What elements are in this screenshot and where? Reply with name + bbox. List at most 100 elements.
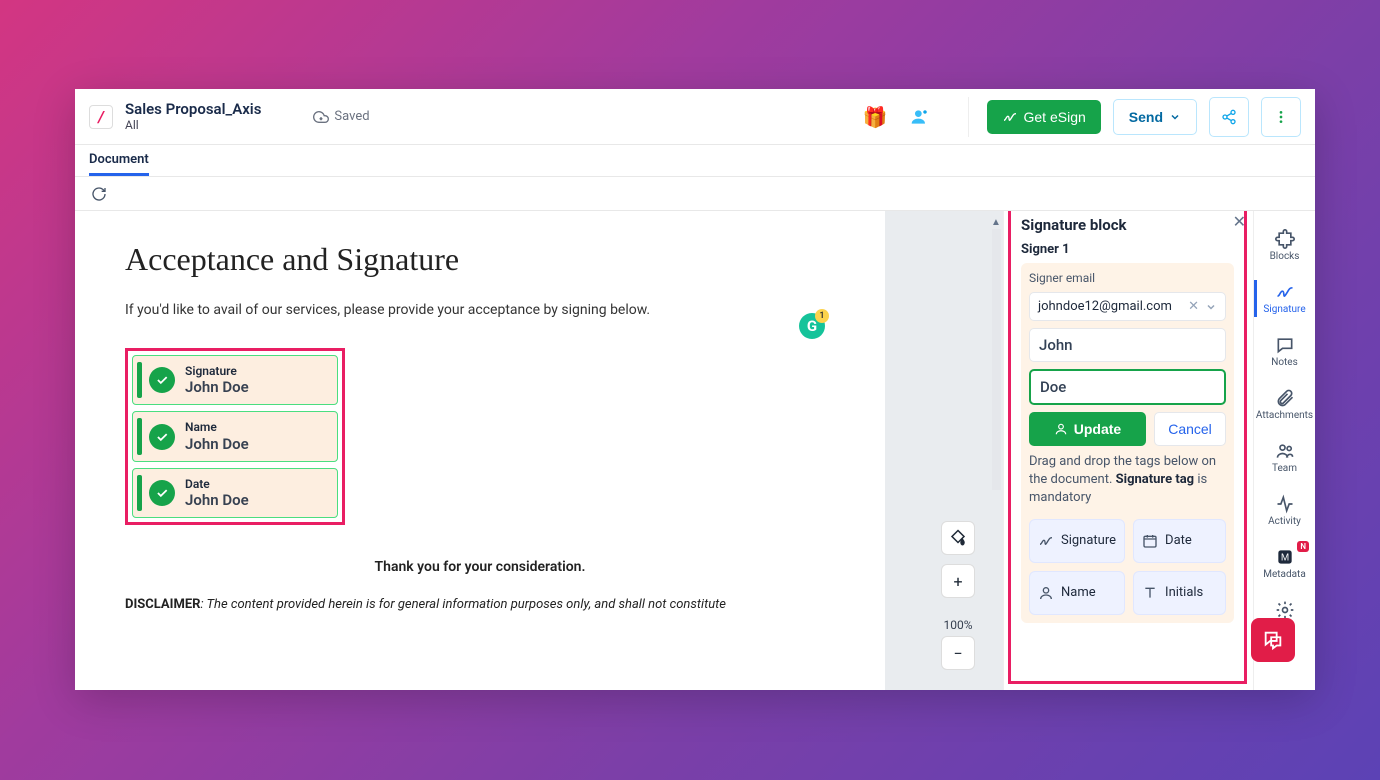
page-heading: Acceptance and Signature — [125, 241, 835, 278]
header-bar: / Sales Proposal_Axis All Saved 🎁 Get eS… — [75, 89, 1315, 145]
scrollbar-track[interactable] — [992, 229, 1001, 490]
name-field-card[interactable]: Name John Doe — [132, 411, 338, 461]
disclaimer-prefix: DISCLAIMER — [125, 597, 200, 612]
zoom-in-button[interactable]: + — [941, 564, 975, 598]
text-icon — [1142, 585, 1158, 601]
card-name: John Doe — [185, 435, 249, 453]
rail-blocks[interactable]: Blocks — [1254, 221, 1315, 270]
tag-date[interactable]: Date — [1133, 519, 1226, 563]
tag-signature[interactable]: Signature — [1029, 519, 1125, 563]
share-icon — [1221, 109, 1237, 125]
send-label: Send — [1129, 109, 1163, 125]
document-canvas[interactable]: ▲ Acceptance and Signature If you'd like… — [75, 211, 1003, 690]
add-user-icon[interactable] — [910, 107, 930, 127]
rail-notes[interactable]: Notes — [1254, 327, 1315, 376]
card-label: Date — [185, 477, 249, 491]
signature-icon — [1002, 109, 1018, 125]
activity-icon — [1275, 494, 1295, 514]
drag-help-text: Drag and drop the tags below on the docu… — [1029, 453, 1226, 508]
signer-form: Signer email johndoe12@gmail.com ✕ John … — [1021, 263, 1234, 623]
new-badge: N — [1297, 541, 1309, 552]
tab-document[interactable]: Document — [89, 146, 149, 176]
disclaimer-body: : The content provided herein is for gen… — [200, 597, 725, 612]
update-label: Update — [1074, 421, 1121, 437]
kebab-icon — [1273, 109, 1289, 125]
toolbar — [75, 177, 1315, 211]
disclaimer-text: DISCLAIMER: The content provided herein … — [125, 597, 835, 612]
send-button[interactable]: Send — [1113, 99, 1197, 135]
signer-email-select[interactable]: johndoe12@gmail.com ✕ — [1029, 292, 1226, 321]
date-field-card[interactable]: Date John Doe — [132, 468, 338, 518]
team-icon — [1275, 441, 1295, 461]
tag-name[interactable]: Name — [1029, 571, 1125, 615]
metadata-icon: M — [1275, 547, 1295, 567]
signature-block-panel: ✕ Signature block Signer 1 Signer email … — [1008, 211, 1247, 684]
rail-activity[interactable]: Activity — [1254, 486, 1315, 535]
signer-email-value: johndoe12@gmail.com — [1038, 299, 1172, 314]
document-page: Acceptance and Signature If you'd like t… — [75, 211, 885, 690]
doc-icon: / — [89, 105, 113, 129]
signature-icon — [1275, 282, 1295, 302]
puzzle-icon — [1275, 229, 1295, 249]
chat-bubble-icon — [1262, 629, 1284, 651]
signature-field-card[interactable]: Signature John Doe — [132, 355, 338, 405]
paint-bucket-icon — [949, 529, 967, 547]
chevron-down-icon — [1205, 301, 1217, 313]
get-esign-label: Get eSign — [1024, 109, 1086, 125]
scroll-up-arrow[interactable]: ▲ — [989, 217, 1003, 228]
signature-icon — [1038, 533, 1054, 549]
rail-attachments[interactable]: Attachments — [1254, 380, 1315, 429]
tabs-bar: Document — [75, 145, 1315, 177]
check-icon — [149, 367, 175, 393]
get-esign-button[interactable]: Get eSign — [987, 100, 1101, 134]
signer-email-label: Signer email — [1029, 271, 1226, 285]
share-button[interactable] — [1209, 97, 1249, 137]
gift-icon[interactable]: 🎁 — [863, 105, 888, 129]
card-name: John Doe — [185, 378, 249, 396]
calendar-icon — [1142, 533, 1158, 549]
doc-title: Sales Proposal_Axis — [125, 100, 261, 118]
chat-icon — [1275, 335, 1295, 355]
grammarly-badge[interactable]: G — [799, 313, 825, 339]
doc-title-block: Sales Proposal_Axis All — [125, 100, 261, 132]
chevron-down-icon — [1169, 111, 1181, 123]
side-panel: ✕ Signature block Signer 1 Signer email … — [1003, 211, 1253, 690]
tag-grid: Signature Date Name Initials — [1029, 519, 1226, 615]
rail-team[interactable]: Team — [1254, 433, 1315, 482]
page-intro: If you'd like to avail of our services, … — [125, 302, 835, 318]
more-button[interactable] — [1261, 97, 1301, 137]
app-window: / Sales Proposal_Axis All Saved 🎁 Get eS… — [75, 89, 1315, 690]
user-icon — [1054, 422, 1068, 436]
signer-heading: Signer 1 — [1021, 242, 1234, 257]
refresh-icon[interactable] — [91, 186, 107, 202]
thanks-text: Thank you for your consideration. — [125, 559, 835, 575]
zoom-out-button[interactable]: − — [941, 636, 975, 670]
cancel-button[interactable]: Cancel — [1154, 412, 1226, 446]
saved-status: Saved — [313, 109, 369, 125]
user-icon — [1038, 585, 1054, 601]
card-label: Signature — [185, 364, 249, 378]
saved-label: Saved — [334, 109, 369, 124]
close-icon[interactable]: ✕ — [1233, 212, 1246, 231]
check-icon — [149, 480, 175, 506]
last-name-input[interactable]: Doe — [1029, 369, 1226, 405]
main-area: ▲ Acceptance and Signature If you'd like… — [75, 211, 1315, 690]
rail-signature[interactable]: Signature — [1254, 274, 1315, 323]
check-icon — [149, 424, 175, 450]
update-button[interactable]: Update — [1029, 412, 1146, 446]
card-label: Name — [185, 420, 249, 434]
doc-subtitle: All — [125, 118, 261, 132]
tag-initials[interactable]: Initials — [1133, 571, 1226, 615]
clear-email-icon[interactable]: ✕ — [1188, 299, 1199, 314]
chat-fab[interactable] — [1251, 618, 1295, 662]
svg-text:M: M — [1280, 552, 1288, 563]
card-name: John Doe — [185, 491, 249, 509]
paperclip-icon — [1275, 388, 1295, 408]
gear-icon — [1275, 600, 1295, 620]
panel-title: Signature block — [1021, 216, 1234, 234]
rail-metadata[interactable]: N M Metadata — [1254, 539, 1315, 588]
first-name-input[interactable]: John — [1029, 328, 1226, 362]
zoom-level: 100% — [941, 618, 975, 632]
signature-cards-highlight: Signature John Doe Name John Doe — [125, 348, 345, 525]
fill-tool-button[interactable] — [941, 521, 975, 555]
